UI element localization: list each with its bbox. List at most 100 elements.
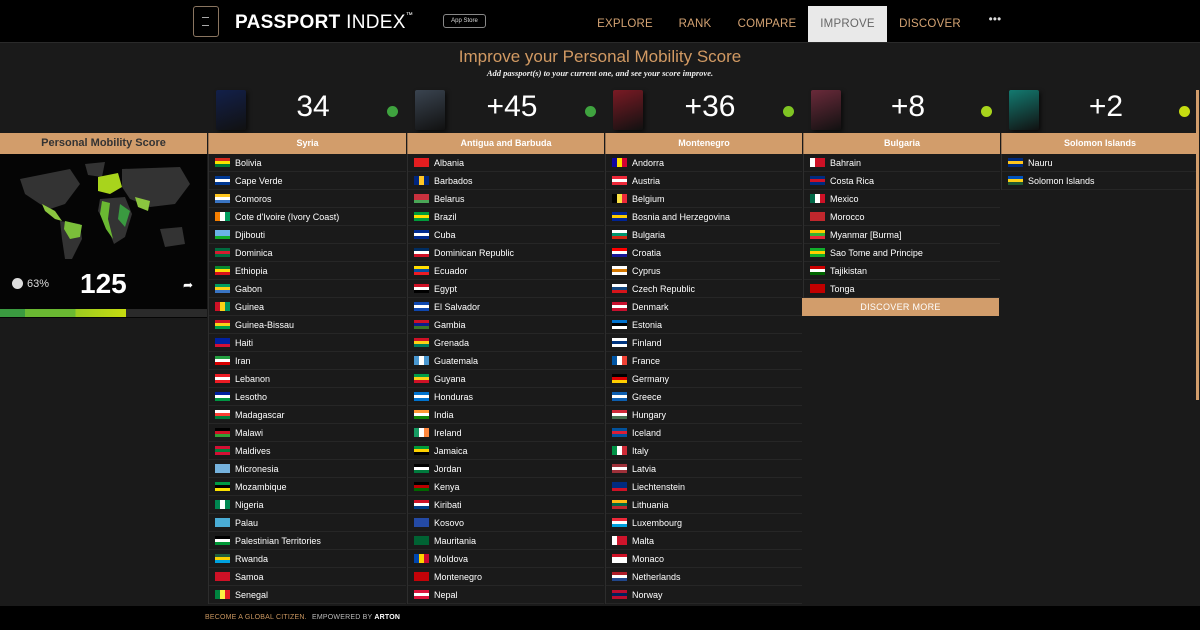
nav-compare[interactable]: COMPARE bbox=[733, 6, 801, 42]
list-item[interactable]: Bahrain bbox=[804, 154, 1000, 172]
list-item[interactable]: Myanmar [Burma] bbox=[804, 226, 1000, 244]
app-store-badge[interactable]: App Store bbox=[443, 14, 486, 28]
list-item[interactable]: Madagascar bbox=[209, 406, 406, 424]
list-item[interactable]: Moldova bbox=[408, 550, 604, 568]
list-item[interactable]: Netherlands bbox=[606, 568, 802, 586]
list-item[interactable]: Palestinian Territories bbox=[209, 532, 406, 550]
list-item[interactable]: Barbados bbox=[408, 172, 604, 190]
list-item[interactable]: Malawi bbox=[209, 424, 406, 442]
list-item[interactable]: Cyprus bbox=[606, 262, 802, 280]
list-item[interactable]: Lithuania bbox=[606, 496, 802, 514]
passport-logo-icon[interactable] bbox=[193, 6, 219, 37]
list-item[interactable]: Norway bbox=[606, 586, 802, 604]
list-item[interactable]: Djibouti bbox=[209, 226, 406, 244]
list-item[interactable]: Samoa bbox=[209, 568, 406, 586]
scrollbar[interactable] bbox=[1196, 90, 1199, 400]
passport-column-heading[interactable]: Antigua and Barbuda bbox=[407, 133, 604, 154]
list-item[interactable]: Egypt bbox=[408, 280, 604, 298]
list-item[interactable]: Nigeria bbox=[209, 496, 406, 514]
list-item[interactable]: Denmark bbox=[606, 298, 802, 316]
list-item[interactable]: Gabon bbox=[209, 280, 406, 298]
list-item[interactable]: Cote d'Ivoire (Ivory Coast) bbox=[209, 208, 406, 226]
list-item[interactable]: Bulgaria bbox=[606, 226, 802, 244]
nav-improve[interactable]: IMPROVE bbox=[808, 6, 887, 42]
list-item[interactable]: Costa Rica bbox=[804, 172, 1000, 190]
passport-cover-image[interactable] bbox=[1009, 90, 1039, 130]
list-item[interactable]: Andorra bbox=[606, 154, 802, 172]
list-item[interactable]: Czech Republic bbox=[606, 280, 802, 298]
list-item[interactable]: Tonga bbox=[804, 280, 1000, 298]
list-item[interactable]: Bolivia bbox=[209, 154, 406, 172]
list-item[interactable]: India bbox=[408, 406, 604, 424]
list-item[interactable]: Nepal bbox=[408, 586, 604, 604]
list-item[interactable]: El Salvador bbox=[408, 298, 604, 316]
list-item[interactable]: Ethiopia bbox=[209, 262, 406, 280]
list-item[interactable]: Belgium bbox=[606, 190, 802, 208]
list-item[interactable]: Rwanda bbox=[209, 550, 406, 568]
list-item[interactable]: Belarus bbox=[408, 190, 604, 208]
list-item[interactable]: Mauritania bbox=[408, 532, 604, 550]
list-item[interactable]: Kosovo bbox=[408, 514, 604, 532]
passport-column-heading[interactable]: Solomon Islands bbox=[1001, 133, 1198, 154]
list-item[interactable]: Bosnia and Herzegovina bbox=[606, 208, 802, 226]
list-item[interactable]: Senegal bbox=[209, 586, 406, 604]
nav-discover[interactable]: DISCOVER bbox=[896, 6, 964, 42]
list-item[interactable]: Dominican Republic bbox=[408, 244, 604, 262]
list-item[interactable]: Germany bbox=[606, 370, 802, 388]
passport-cover-image[interactable] bbox=[613, 90, 643, 130]
list-item[interactable]: Lebanon bbox=[209, 370, 406, 388]
list-item[interactable]: Solomon Islands bbox=[1002, 172, 1198, 190]
list-item[interactable]: Sao Tome and Principe bbox=[804, 244, 1000, 262]
list-item[interactable]: Ecuador bbox=[408, 262, 604, 280]
list-item[interactable]: Tajikistan bbox=[804, 262, 1000, 280]
nav-rank[interactable]: RANK bbox=[670, 6, 720, 42]
list-item[interactable]: Cuba bbox=[408, 226, 604, 244]
list-item[interactable]: Italy bbox=[606, 442, 802, 460]
list-item[interactable]: Ireland bbox=[408, 424, 604, 442]
list-item[interactable]: Guinea bbox=[209, 298, 406, 316]
list-item[interactable]: Maldives bbox=[209, 442, 406, 460]
list-item[interactable]: Hungary bbox=[606, 406, 802, 424]
passport-cover-image[interactable] bbox=[216, 90, 246, 130]
list-item[interactable]: Montenegro bbox=[408, 568, 604, 586]
list-item[interactable]: Mozambique bbox=[209, 478, 406, 496]
list-item[interactable]: Mexico bbox=[804, 190, 1000, 208]
list-item[interactable]: Croatia bbox=[606, 244, 802, 262]
passport-column-heading[interactable]: Bulgaria bbox=[803, 133, 1000, 154]
brand-logo[interactable]: PASSPORT INDEX™ bbox=[235, 12, 413, 34]
passport-column-heading[interactable]: Montenegro bbox=[605, 133, 802, 154]
list-item[interactable]: Kenya bbox=[408, 478, 604, 496]
list-item[interactable]: Guatemala bbox=[408, 352, 604, 370]
list-item[interactable]: Jamaica bbox=[408, 442, 604, 460]
list-item[interactable]: Monaco bbox=[606, 550, 802, 568]
list-item[interactable]: Guinea-Bissau bbox=[209, 316, 406, 334]
passport-column-heading[interactable]: Syria bbox=[208, 133, 406, 154]
nav-explore[interactable]: EXPLORE bbox=[593, 6, 657, 42]
list-item[interactable]: Haiti bbox=[209, 334, 406, 352]
more-menu-icon[interactable]: ••• bbox=[980, 2, 1010, 38]
footer-powered-by[interactable]: EMPOWERED BY ARTON bbox=[312, 614, 400, 621]
list-item[interactable]: Luxembourg bbox=[606, 514, 802, 532]
list-item[interactable]: Lesotho bbox=[209, 388, 406, 406]
list-item[interactable]: Comoros bbox=[209, 190, 406, 208]
list-item[interactable]: Iceland bbox=[606, 424, 802, 442]
list-item[interactable]: Micronesia bbox=[209, 460, 406, 478]
list-item[interactable]: Liechtenstein bbox=[606, 478, 802, 496]
list-item[interactable]: Greece bbox=[606, 388, 802, 406]
list-item[interactable]: Palau bbox=[209, 514, 406, 532]
list-item[interactable]: Finland bbox=[606, 334, 802, 352]
list-item[interactable]: Latvia bbox=[606, 460, 802, 478]
list-item[interactable]: Nauru bbox=[1002, 154, 1198, 172]
list-item[interactable]: Malta bbox=[606, 532, 802, 550]
list-item[interactable]: Grenada bbox=[408, 334, 604, 352]
list-item[interactable]: Guyana bbox=[408, 370, 604, 388]
passport-cover-image[interactable] bbox=[811, 90, 841, 130]
list-item[interactable]: Kiribati bbox=[408, 496, 604, 514]
list-item[interactable]: France bbox=[606, 352, 802, 370]
list-item[interactable]: Austria bbox=[606, 172, 802, 190]
list-item[interactable]: Morocco bbox=[804, 208, 1000, 226]
list-item[interactable]: Gambia bbox=[408, 316, 604, 334]
list-item[interactable]: Jordan bbox=[408, 460, 604, 478]
share-icon[interactable]: ➦ bbox=[183, 278, 193, 292]
list-item[interactable]: Cape Verde bbox=[209, 172, 406, 190]
